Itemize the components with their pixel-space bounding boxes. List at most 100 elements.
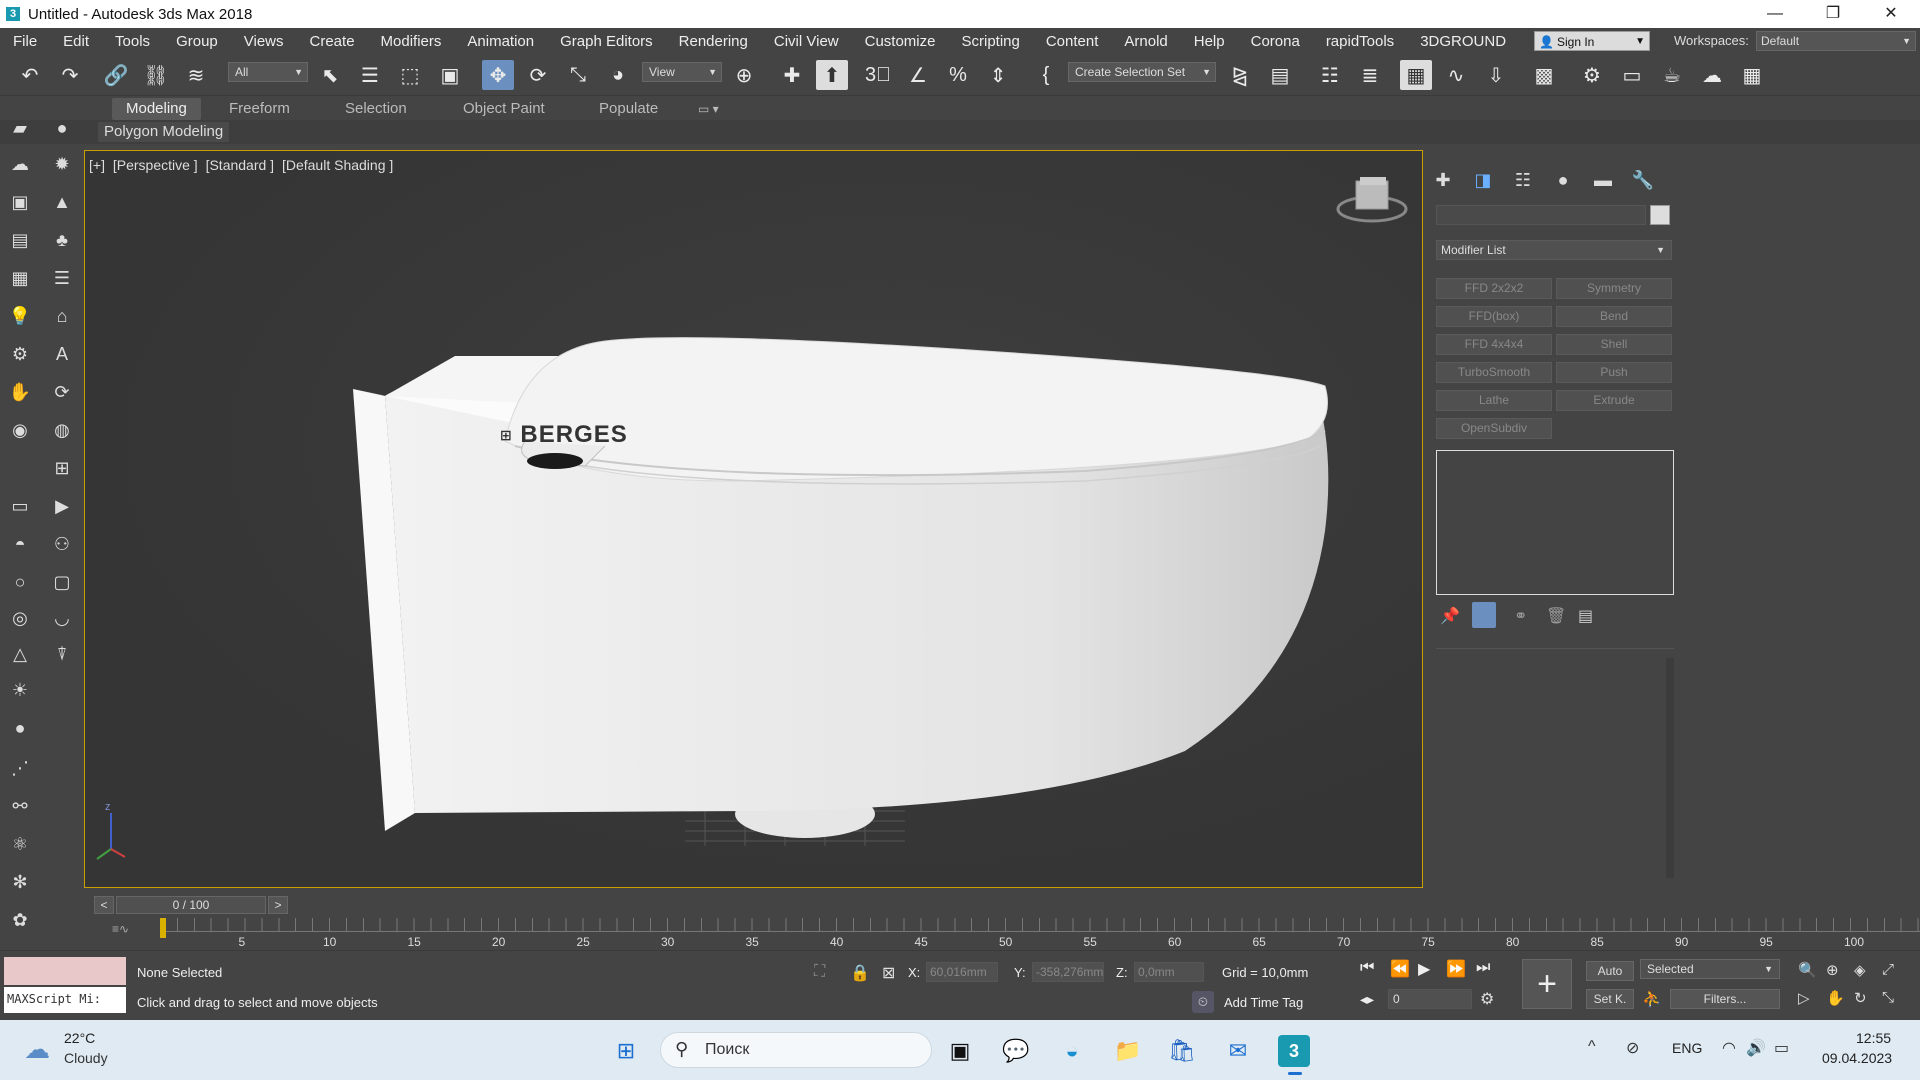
menu-corona[interactable]: Corona — [1238, 33, 1313, 50]
symmetry-button[interactable]: Symmetry — [1556, 278, 1672, 299]
key-filter-select[interactable]: Selected ▼ — [1640, 959, 1780, 979]
tab-selection[interactable]: Selection — [345, 98, 407, 120]
schematic-view-icon[interactable]: ⇩ — [1480, 60, 1512, 90]
paint-icon[interactable]: ☁ — [6, 150, 34, 178]
select-and-scale-icon[interactable]: ⤡ — [562, 60, 594, 90]
reference-coordinate-select[interactable]: View ▼ — [642, 62, 722, 82]
render-production-icon[interactable]: ☕ — [1656, 60, 1688, 90]
windows-start-icon[interactable]: ⊞ — [610, 1035, 642, 1067]
render-setup-icon[interactable]: ⚙ — [1576, 60, 1608, 90]
weather-condition[interactable]: Cloudy — [64, 1050, 108, 1066]
zoom-icon[interactable]: 🔍 — [1798, 961, 1817, 979]
material-editor-icon[interactable]: ▩ — [1528, 60, 1560, 90]
play-box-icon[interactable]: ▶ — [48, 492, 76, 520]
time-configuration-icon[interactable]: ⚙ — [1480, 989, 1494, 1009]
time-slider[interactable]: < 0 / 100 > — [94, 894, 1920, 916]
select-object-icon[interactable]: ⬉ — [314, 60, 346, 90]
mail-icon[interactable]: ✉ — [1222, 1035, 1254, 1067]
tab-freeform[interactable]: Freeform — [229, 98, 290, 120]
object-color-swatch[interactable] — [1650, 205, 1670, 225]
menu-customize[interactable]: Customize — [852, 33, 949, 50]
shell-button[interactable]: Shell — [1556, 334, 1672, 355]
redo-icon[interactable]: ↷ — [54, 60, 86, 90]
absolute-mode-icon[interactable]: ⊠ — [882, 963, 895, 983]
a360-gallery-icon[interactable]: ▦ — [1736, 60, 1768, 90]
scale-icon[interactable]: ⌂ — [48, 302, 76, 330]
list-icon[interactable]: ☰ — [48, 264, 76, 292]
task-view-icon[interactable]: ▣ — [944, 1035, 976, 1067]
menu-edit[interactable]: Edit — [50, 33, 102, 50]
document-icon[interactable]: ▤ — [6, 226, 34, 254]
3ds-max-taskbar-icon[interactable]: 3 — [1278, 1035, 1310, 1067]
perspective-viewport[interactable]: [+] [Perspective ] [Standard ] [Default … — [84, 150, 1423, 888]
battery-icon[interactable]: ▭ — [1774, 1038, 1789, 1058]
percent-snap-icon[interactable]: % — [942, 60, 974, 90]
globe-icon[interactable]: ◍ — [48, 416, 76, 444]
turbosmooth-button[interactable]: TurboSmooth — [1436, 362, 1552, 383]
render-in-cloud-icon[interactable]: ☁ — [1696, 60, 1728, 90]
image-icon[interactable]: ▣ — [6, 188, 34, 216]
rectangular-selection-icon[interactable]: ⬚ — [394, 60, 426, 90]
workspace-select[interactable]: Default ▼ — [1756, 31, 1916, 51]
create-object-icon[interactable]: ▰ — [6, 114, 34, 142]
set-key-big-button[interactable]: + — [1522, 959, 1572, 1009]
goto-start-icon[interactable]: ⏮ — [1360, 959, 1374, 977]
text-icon[interactable]: A — [48, 340, 76, 368]
unlink-icon[interactable]: ⛓ — [140, 60, 172, 90]
settings-icon[interactable]: ✻ — [6, 868, 34, 896]
menu-animation[interactable]: Animation — [454, 33, 547, 50]
tab-populate[interactable]: Populate — [599, 98, 658, 120]
pin-stack-icon[interactable]: 📌 — [1440, 606, 1460, 626]
ffd2x2x2-button[interactable]: FFD 2x2x2 — [1436, 278, 1552, 299]
extrude-button[interactable]: Extrude — [1556, 390, 1672, 411]
modifier-list-select[interactable]: Modifier List ▼ — [1436, 240, 1672, 260]
push-button[interactable]: Push — [1556, 362, 1672, 383]
dish-icon[interactable]: ◡ — [48, 604, 76, 632]
edge-browser-icon[interactable]: ◒ — [1056, 1035, 1088, 1067]
x-coordinate-field[interactable]: 60,016mm — [926, 962, 998, 982]
bend-button[interactable]: Bend — [1556, 306, 1672, 327]
gold-sphere-icon[interactable]: ● — [6, 714, 34, 742]
rendered-frame-window-icon[interactable]: ▭ — [1616, 60, 1648, 90]
grid-icon[interactable]: ⋰ — [6, 754, 34, 782]
hierarchy-panel-icon[interactable]: ☷ — [1510, 168, 1536, 192]
show-end-result-icon[interactable] — [1472, 602, 1496, 628]
make-unique-icon[interactable]: ⚭ — [1514, 606, 1527, 626]
clock-time[interactable]: 12:55 — [1856, 1030, 1891, 1046]
object-name-field[interactable] — [1436, 205, 1646, 225]
remove-modifier-icon[interactable]: 🗑 — [1546, 606, 1566, 626]
create-panel-icon[interactable]: ✚ — [1430, 168, 1456, 192]
polygon-modeling-panel[interactable]: Polygon Modeling — [98, 122, 230, 142]
search-box[interactable]: ⚲ Поиск — [660, 1032, 932, 1068]
lathe-button[interactable]: Lathe — [1436, 390, 1552, 411]
menu-group[interactable]: Group — [163, 33, 231, 50]
teams-chat-icon[interactable]: 💬 — [1000, 1035, 1032, 1067]
modifier-stack[interactable] — [1436, 450, 1674, 595]
scene-explorer-icon[interactable]: ☷ — [1314, 60, 1346, 90]
bind-space-warp-icon[interactable]: ≋ — [180, 60, 212, 90]
microsoft-store-icon[interactable]: 🛍 — [1166, 1035, 1198, 1067]
window-crossing-icon[interactable]: ▣ — [434, 60, 466, 90]
utilities-panel-icon[interactable]: 🔧 — [1630, 168, 1656, 192]
close-button[interactable]: ✕ — [1862, 0, 1920, 28]
menu-modifiers[interactable]: Modifiers — [368, 33, 455, 50]
bulb-icon[interactable]: 💡 — [6, 302, 34, 330]
menu-help[interactable]: Help — [1181, 33, 1238, 50]
menu-rapidtools[interactable]: rapidTools — [1313, 33, 1407, 50]
cloud-weather-icon[interactable]: ☁ — [24, 1034, 50, 1065]
selection-filter-select[interactable]: All ▼ — [228, 62, 308, 82]
network-status-icon[interactable]: ⊘ — [1626, 1038, 1639, 1058]
minimize-button[interactable]: — — [1746, 0, 1804, 28]
ribbon-options-icon[interactable]: ▭ ▾ — [698, 98, 719, 120]
orbit-icon[interactable]: ↻ — [1854, 989, 1867, 1007]
tab-modeling[interactable]: Modeling — [112, 98, 201, 120]
menu-rendering[interactable]: Rendering — [666, 33, 761, 50]
refresh-icon[interactable]: ⟳ — [48, 378, 76, 406]
zoom-extents-all-icon[interactable]: ⤢ — [1882, 961, 1894, 978]
camera-icon[interactable]: ◉ — [6, 416, 34, 444]
dome-icon[interactable]: ◓ — [6, 530, 34, 558]
display-panel-icon[interactable]: ▬ — [1590, 168, 1616, 192]
sign-in-dropdown[interactable]: 👤 Sign In ▼ — [1534, 31, 1650, 51]
mirror-icon[interactable]: ⧎ — [1224, 60, 1256, 90]
sunlight-icon[interactable]: ☀ — [6, 676, 34, 704]
